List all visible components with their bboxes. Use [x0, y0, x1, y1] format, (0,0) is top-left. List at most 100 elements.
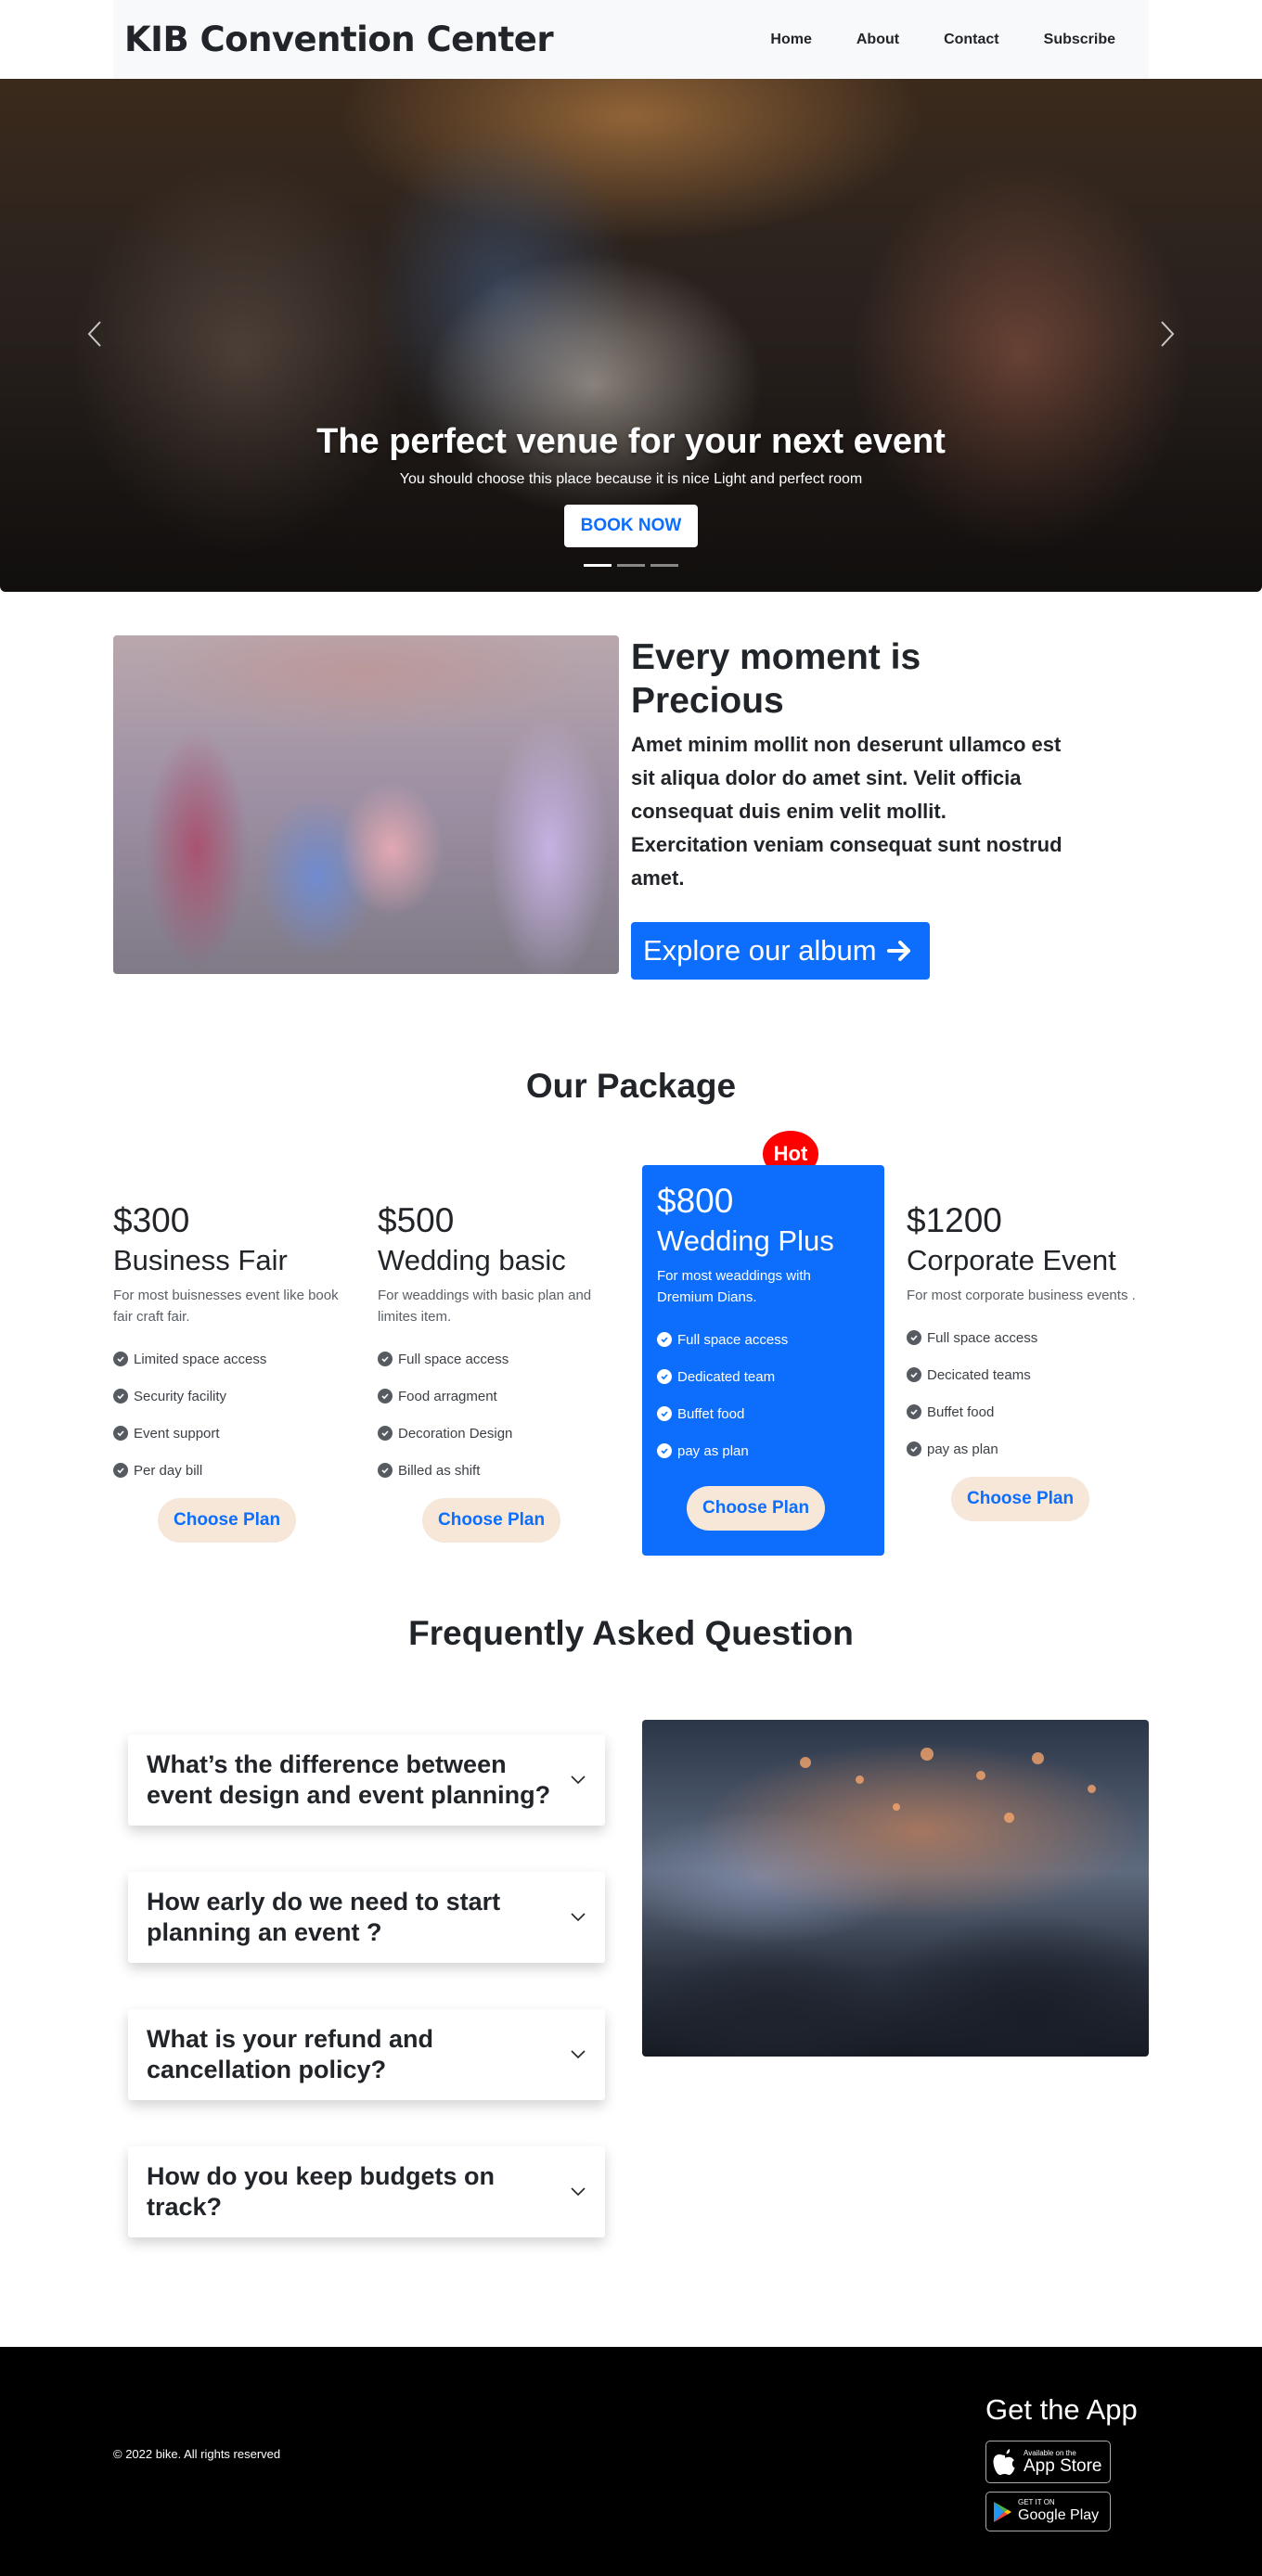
- package-card-corporate-event: $1200 Corporate Event For most corporate…: [907, 1201, 1149, 1521]
- package-feature: Billed as shift: [378, 1452, 624, 1489]
- check-circle-icon: [907, 1404, 921, 1419]
- check-circle-icon: [657, 1406, 672, 1421]
- check-circle-icon: [907, 1330, 921, 1345]
- app-store-badge[interactable]: Available on the App Store: [985, 2441, 1111, 2483]
- package-price: $1200: [907, 1201, 1002, 1239]
- nav-link-about[interactable]: About: [834, 24, 921, 56]
- carousel-indicator[interactable]: [650, 564, 678, 567]
- package-price: $500: [378, 1201, 455, 1239]
- choose-plan-button[interactable]: Choose Plan: [422, 1498, 561, 1543]
- hero-caption: The perfect venue for your next event Yo…: [0, 422, 1262, 547]
- package-feature: pay as plan: [657, 1432, 869, 1469]
- google-play-big-text: Google Play: [1018, 2507, 1100, 2523]
- nav-links: Home About Contact Subscribe: [748, 24, 1138, 56]
- package-feature: Event support: [113, 1415, 359, 1452]
- check-circle-icon: [907, 1442, 921, 1456]
- check-circle-icon: [378, 1389, 393, 1403]
- check-circle-icon: [113, 1463, 128, 1478]
- package-card-wedding-plus: $800 Wedding Plus For most weaddings wit…: [642, 1165, 884, 1556]
- carousel-indicator[interactable]: [584, 564, 612, 567]
- apple-icon: [993, 2449, 1015, 2475]
- package-feature: Decoration Design: [378, 1415, 624, 1452]
- hero-title: The perfect venue for your next event: [316, 422, 946, 461]
- faq-question: How early do we need to start planning a…: [147, 1888, 501, 1946]
- choose-plan-button[interactable]: Choose Plan: [687, 1486, 826, 1531]
- package-features: Full space access Decicated teams Buffet…: [907, 1319, 1149, 1467]
- package-price: $800: [657, 1182, 734, 1220]
- package-card-wedding-basic: $500 Wedding basic For weaddings with ba…: [378, 1201, 624, 1543]
- packages-title: Our Package: [525, 1067, 737, 1105]
- nav-link-subscribe[interactable]: Subscribe: [1022, 24, 1138, 56]
- package-card-business-fair: $300 Business Fair For most buisnesses e…: [113, 1201, 359, 1543]
- hero-carousel: The perfect venue for your next event Yo…: [0, 79, 1262, 592]
- faq-item[interactable]: What is your refund and cancellation pol…: [128, 2009, 605, 2100]
- carousel-indicator[interactable]: [617, 564, 645, 567]
- check-circle-icon: [378, 1426, 393, 1441]
- choose-plan-button[interactable]: Choose Plan: [951, 1477, 1090, 1521]
- package-name: Wedding Plus: [657, 1224, 834, 1257]
- google-play-badge[interactable]: GET IT ON Google Play: [985, 2492, 1111, 2531]
- package-feature: Per day bill: [113, 1452, 359, 1489]
- package-feature: Limited space access: [113, 1340, 359, 1378]
- faq-question: What’s the difference between event desi…: [147, 1750, 551, 1809]
- carousel-next-button[interactable]: [1149, 315, 1186, 352]
- faq-question: How do you keep budgets on track?: [147, 2162, 496, 2221]
- package-name: Business Fair: [113, 1244, 288, 1276]
- copyright-text: © 2022 bike. All rights reserved: [113, 2447, 281, 2461]
- precious-body: Amet minim mollit non deserunt ullamco e…: [631, 733, 1062, 890]
- chevron-down-icon: [571, 1775, 586, 1785]
- package-feature: Buffet food: [907, 1393, 1149, 1430]
- arrow-right-icon: [886, 941, 910, 961]
- chevron-right-icon: [1161, 321, 1175, 347]
- chevron-down-icon: [571, 2187, 586, 2197]
- faq-item[interactable]: How do you keep budgets on track?: [128, 2147, 605, 2237]
- check-circle-icon: [378, 1352, 393, 1366]
- faq-item[interactable]: What’s the difference between event desi…: [128, 1735, 605, 1826]
- get-app-heading: Get the App: [985, 2393, 1138, 2426]
- faq-title: Frequently Asked Question: [408, 1614, 854, 1652]
- package-feature: Food arragment: [378, 1378, 624, 1415]
- package-feature: Dedicated team: [657, 1358, 869, 1395]
- faq-question: What is your refund and cancellation pol…: [147, 2025, 434, 2083]
- package-feature: Buffet food: [657, 1395, 869, 1432]
- chevron-left-icon: [87, 321, 101, 347]
- check-circle-icon: [657, 1369, 672, 1384]
- package-features: Full space access Food arragment Decorat…: [378, 1340, 624, 1489]
- package-description: For most corporate business events .: [907, 1288, 1136, 1303]
- precious-title: Every moment is Precious: [631, 637, 921, 721]
- check-circle-icon: [113, 1389, 128, 1403]
- google-play-icon: [994, 2501, 1011, 2522]
- package-feature: Full space access: [907, 1319, 1149, 1356]
- package-feature: Decicated teams: [907, 1356, 1149, 1393]
- navbar: KIB Convention Center Home About Contact…: [113, 0, 1149, 79]
- check-circle-icon: [113, 1352, 128, 1366]
- wedding-photo: [113, 635, 619, 974]
- check-circle-icon: [657, 1332, 672, 1347]
- chevron-down-icon: [571, 2050, 586, 2059]
- check-circle-icon: [113, 1426, 128, 1441]
- app-store-big-text: App Store: [1024, 2455, 1102, 2476]
- package-feature: Full space access: [657, 1321, 869, 1358]
- concert-crowd-photo: [642, 1720, 1149, 2057]
- package-features: Full space access Dedicated team Buffet …: [657, 1321, 869, 1469]
- package-feature: Full space access: [378, 1340, 624, 1378]
- faq-item[interactable]: How early do we need to start planning a…: [128, 1872, 605, 1963]
- book-now-button[interactable]: BOOK NOW: [563, 505, 699, 547]
- carousel-prev-button[interactable]: [76, 315, 113, 352]
- package-feature: pay as plan: [907, 1430, 1149, 1467]
- nav-link-home[interactable]: Home: [748, 24, 833, 56]
- choose-plan-button[interactable]: Choose Plan: [158, 1498, 297, 1543]
- check-circle-icon: [907, 1367, 921, 1382]
- check-circle-icon: [657, 1443, 672, 1458]
- package-description: For most buisnesses event like book fair…: [113, 1288, 339, 1325]
- package-features: Limited space access Security facility E…: [113, 1340, 359, 1489]
- package-name: Wedding basic: [378, 1244, 566, 1276]
- package-description: For most weaddings with Dremium Dians.: [657, 1268, 811, 1305]
- explore-album-button[interactable]: Explore our album: [631, 922, 930, 980]
- hero-subtitle: You should choose this place because it …: [399, 471, 863, 487]
- nav-link-contact[interactable]: Contact: [921, 24, 1022, 56]
- brand-logo[interactable]: KIB Convention Center: [124, 19, 554, 59]
- precious-section: Every moment is Precious Amet minim moll…: [631, 635, 1067, 895]
- google-play-small-text: GET IT ON: [1018, 2498, 1055, 2506]
- package-name: Corporate Event: [907, 1244, 1116, 1276]
